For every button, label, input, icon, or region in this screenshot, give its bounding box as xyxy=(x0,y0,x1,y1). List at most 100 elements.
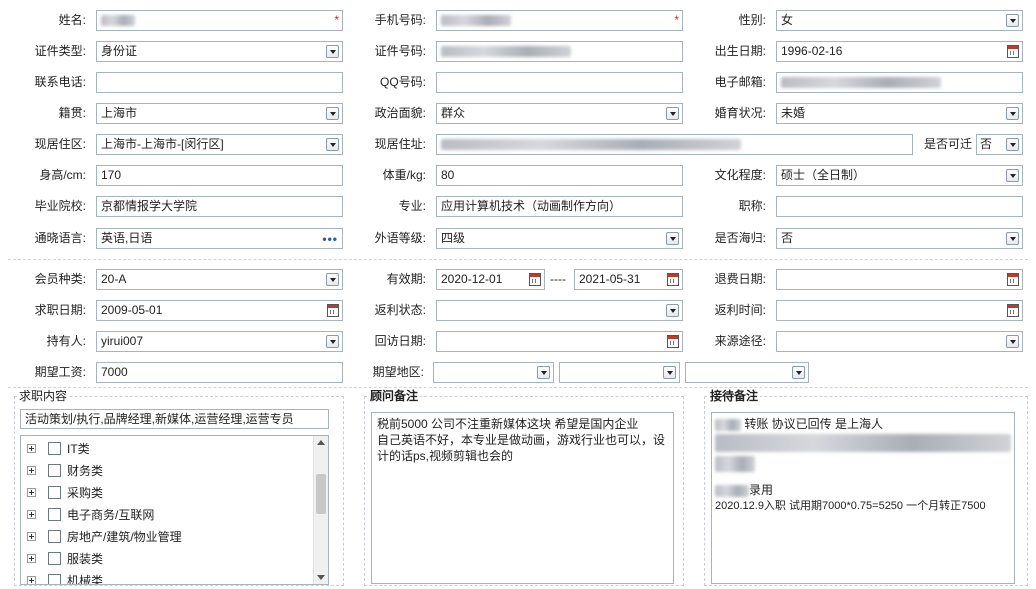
more-dots-icon[interactable]: ••• xyxy=(322,230,338,248)
chevron-down-icon[interactable] xyxy=(1006,138,1019,151)
reception-note-line: 录用 xyxy=(715,482,1011,498)
calendar-icon[interactable] xyxy=(1007,45,1019,58)
chevron-down-icon[interactable] xyxy=(1006,169,1019,182)
chevron-down-icon[interactable] xyxy=(326,335,339,348)
visit-date-field[interactable] xyxy=(436,331,683,352)
scrollbar-thumb[interactable] xyxy=(316,474,326,514)
political-select[interactable]: 群众 xyxy=(436,103,683,124)
checkbox[interactable] xyxy=(48,442,61,455)
plus-expand-icon[interactable] xyxy=(27,488,36,497)
rebate-time-label: 返利时间: xyxy=(714,303,766,317)
advisor-note-textarea[interactable]: 税前5000 公司不注重新媒体这块 希望是国内企业 自己英语不好，本专业是做动画… xyxy=(371,412,674,584)
plus-expand-icon[interactable] xyxy=(27,532,36,541)
id-type-select[interactable]: 身份证 xyxy=(96,41,343,62)
address-field[interactable] xyxy=(436,134,913,155)
height-field[interactable]: 170 xyxy=(96,165,343,186)
plus-expand-icon[interactable] xyxy=(27,466,36,475)
email-field[interactable] xyxy=(776,72,1023,93)
rebate-time-field[interactable] xyxy=(776,300,1023,321)
languages-field[interactable]: 英语,日语 ••• xyxy=(96,228,343,249)
redacted-text xyxy=(441,46,571,58)
chevron-down-icon[interactable] xyxy=(326,138,339,151)
chevron-down-icon[interactable] xyxy=(326,107,339,120)
checkbox[interactable] xyxy=(48,508,61,521)
calendar-icon[interactable] xyxy=(529,273,541,286)
region-label: 期望地区: xyxy=(372,365,424,379)
job-date-field[interactable]: 2009-05-01 xyxy=(96,300,343,321)
vertical-scrollbar[interactable] xyxy=(313,436,328,584)
chevron-down-icon[interactable] xyxy=(666,232,679,245)
scroll-up-icon[interactable] xyxy=(317,440,325,445)
lang-level-select[interactable]: 四级 xyxy=(436,228,683,249)
redacted-text xyxy=(441,15,511,27)
calendar-icon[interactable] xyxy=(667,273,679,286)
name-field[interactable]: * xyxy=(96,10,343,31)
chevron-down-icon[interactable] xyxy=(663,366,676,379)
languages-label: 通晓语言: xyxy=(34,231,86,245)
phone-field[interactable] xyxy=(96,72,343,93)
chevron-down-icon[interactable] xyxy=(792,366,805,379)
plus-expand-icon[interactable] xyxy=(27,554,36,563)
mobile-field[interactable]: * xyxy=(436,10,683,31)
qq-field[interactable] xyxy=(436,72,683,93)
checkbox[interactable] xyxy=(48,464,61,477)
residence-area-select[interactable]: 上海市-上海市-[闵行区] xyxy=(96,134,343,155)
calendar-icon[interactable] xyxy=(1007,304,1019,317)
checkbox[interactable] xyxy=(48,530,61,543)
holder-select[interactable]: yirui007 xyxy=(96,331,343,352)
advisor-note-line: 自己英语不好，本专业是做动画，游戏行业也可以，设 xyxy=(377,433,666,447)
chevron-down-icon[interactable] xyxy=(666,304,679,317)
title-field[interactable] xyxy=(776,196,1023,217)
rebate-status-select[interactable] xyxy=(436,300,683,321)
checkbox[interactable] xyxy=(48,574,61,584)
native-select[interactable]: 上海市 xyxy=(96,103,343,124)
chevron-down-icon[interactable] xyxy=(326,273,339,286)
chevron-down-icon[interactable] xyxy=(666,107,679,120)
source-select[interactable] xyxy=(776,331,1023,352)
reception-note-text: 录用 xyxy=(749,483,774,497)
section-divider xyxy=(8,387,1028,388)
advisor-note-title: 顾问备注 xyxy=(368,389,421,403)
salary-field[interactable]: 7000 xyxy=(96,362,343,383)
chevron-down-icon[interactable] xyxy=(1006,335,1019,348)
gender-select[interactable]: 女 xyxy=(776,10,1023,31)
job-content-selected[interactable]: 活动策划/执行,品牌经理,新媒体,运营经理,运营专员 xyxy=(20,409,329,429)
marital-select[interactable]: 未婚 xyxy=(776,103,1023,124)
checkbox[interactable] xyxy=(48,486,61,499)
refund-date-field[interactable] xyxy=(776,269,1023,290)
plus-expand-icon[interactable] xyxy=(27,444,36,453)
calendar-icon[interactable] xyxy=(1007,273,1019,286)
education-select[interactable]: 硕士（全日制） xyxy=(776,165,1023,186)
overseas-select[interactable]: 否 xyxy=(776,228,1023,249)
chevron-down-icon[interactable] xyxy=(1006,14,1019,27)
birth-date-field[interactable]: 1996-02-16 xyxy=(776,41,1023,62)
calendar-icon[interactable] xyxy=(667,335,679,348)
scroll-down-icon[interactable] xyxy=(317,575,325,580)
id-no-field[interactable] xyxy=(436,41,683,62)
valid-from-field[interactable]: 2020-12-01 xyxy=(436,269,545,290)
valid-to-field[interactable]: 2021-05-31 xyxy=(574,269,683,290)
school-field[interactable]: 京都情报学大学院 xyxy=(96,196,343,217)
major-field[interactable]: 应用计算机技术（动画制作方向） xyxy=(436,196,683,217)
gender-value: 女 xyxy=(781,13,794,27)
relocate-value: 否 xyxy=(980,137,993,151)
relocate-select[interactable]: 否 xyxy=(976,134,1023,155)
rebate-status-label: 返利状态: xyxy=(374,303,426,317)
region-city-select[interactable] xyxy=(559,362,680,383)
member-type-select[interactable]: 20-A xyxy=(96,269,343,290)
job-category-tree[interactable]: IT类 财务类 采购类 电子商务/互联网 房地产/建筑/物业管理 服装类 机械类 xyxy=(20,435,329,585)
checkbox[interactable] xyxy=(48,552,61,565)
languages-value: 英语,日语 xyxy=(101,231,153,245)
advisor-note-line: 计的话ps,视频剪辑也会的 xyxy=(377,449,514,463)
weight-field[interactable]: 80 xyxy=(436,165,683,186)
plus-expand-icon[interactable] xyxy=(27,510,36,519)
chevron-down-icon[interactable] xyxy=(1006,232,1019,245)
region-province-select[interactable] xyxy=(433,362,554,383)
chevron-down-icon[interactable] xyxy=(326,45,339,58)
chevron-down-icon[interactable] xyxy=(1006,107,1019,120)
region-district-select[interactable] xyxy=(685,362,809,383)
chevron-down-icon[interactable] xyxy=(537,366,550,379)
plus-expand-icon[interactable] xyxy=(27,576,36,584)
calendar-icon[interactable] xyxy=(327,304,339,317)
reception-note-textarea[interactable]: 转账 协议已回传 是上海人 录用 2020.12.9入职 试用期7000*0.7… xyxy=(711,412,1015,584)
